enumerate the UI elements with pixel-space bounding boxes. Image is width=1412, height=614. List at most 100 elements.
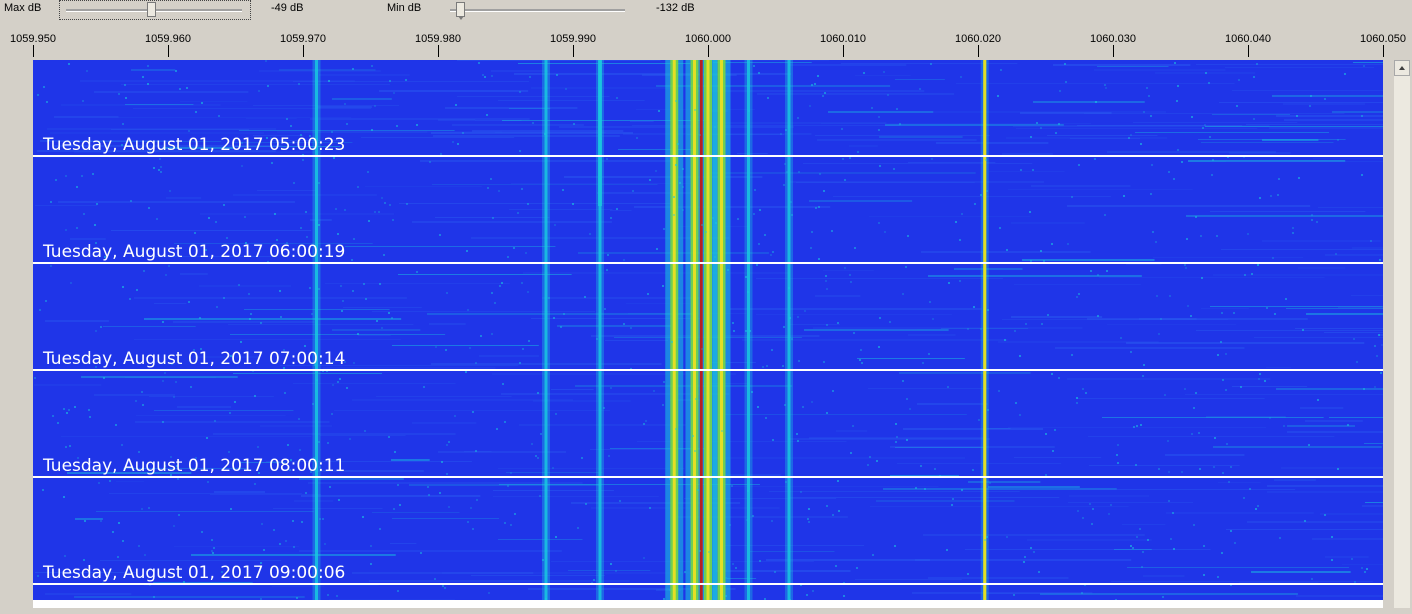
- noise-speckle: [1081, 592, 1083, 594]
- noise-streak: [915, 559, 1132, 561]
- noise-speckle: [539, 495, 541, 497]
- noise-speckle: [416, 124, 418, 126]
- noise-speckle: [1059, 90, 1061, 92]
- frequency-tick-label: 1060.000: [685, 33, 731, 45]
- noise-speckle: [76, 227, 78, 229]
- noise-speckle: [318, 288, 320, 290]
- noise-speckle: [1347, 424, 1349, 426]
- noise-speckle: [83, 213, 85, 215]
- noise-speckle: [767, 97, 769, 99]
- noise-streak: [214, 491, 266, 493]
- waterfall-app: Max dB -49 dB Min dB -132 dB 1059.950 105…: [0, 0, 1412, 614]
- noise-speckle: [1108, 513, 1110, 515]
- frequency-tick: [1113, 45, 1114, 57]
- noise-speckle: [1168, 471, 1170, 473]
- noise-speckle: [563, 313, 565, 315]
- max-db-slider[interactable]: [66, 2, 242, 20]
- noise-speckle: [519, 91, 521, 93]
- noise-speckle: [1258, 378, 1260, 380]
- noise-streak: [94, 394, 175, 396]
- signal-trace: [787, 60, 791, 600]
- noise-streak: [1114, 549, 1152, 550]
- noise-speckle: [507, 256, 509, 258]
- noise-speckle: [1106, 270, 1108, 272]
- noise-speckle: [454, 415, 456, 417]
- noise-streak: [75, 518, 103, 520]
- noise-speckle: [169, 190, 171, 192]
- noise-speckle: [1097, 274, 1099, 276]
- noise-speckle: [393, 92, 395, 94]
- noise-speckle: [542, 559, 544, 561]
- noise-speckle: [342, 300, 344, 302]
- noise-speckle: [1040, 127, 1042, 129]
- waterfall-display[interactable]: Tuesday, August 01, 2017 05:00:23 Tuesday…: [33, 60, 1383, 600]
- noise-speckle: [446, 444, 448, 446]
- noise-speckle: [211, 539, 213, 541]
- noise-streak: [815, 295, 861, 297]
- noise-speckle: [532, 122, 534, 124]
- noise-streak: [928, 577, 1069, 579]
- noise-speckle: [1309, 105, 1311, 107]
- noise-streak: [45, 320, 109, 322]
- noise-speckle: [879, 317, 881, 319]
- noise-streak: [1284, 119, 1383, 121]
- noise-speckle: [306, 236, 308, 238]
- noise-speckle: [121, 444, 123, 446]
- noise-speckle: [1181, 161, 1183, 163]
- noise-speckle: [156, 218, 158, 220]
- noise-speckle: [1030, 547, 1032, 549]
- noise-speckle: [1257, 505, 1259, 507]
- noise-speckle: [556, 74, 558, 76]
- noise-streak: [506, 472, 603, 473]
- noise-speckle: [823, 361, 825, 363]
- noise-streak: [498, 468, 685, 469]
- min-db-slider-thumb[interactable]: [456, 2, 465, 20]
- vertical-scrollbar[interactable]: [1394, 60, 1410, 608]
- noise-speckle: [682, 168, 684, 170]
- noise-speckle: [596, 338, 598, 340]
- noise-speckle: [89, 416, 91, 418]
- max-db-slider-thumb[interactable]: [147, 2, 156, 17]
- noise-streak: [1133, 122, 1298, 123]
- noise-speckle: [1331, 559, 1333, 561]
- noise-speckle: [212, 552, 214, 554]
- noise-speckle: [1243, 497, 1245, 499]
- noise-streak: [479, 355, 539, 357]
- noise-speckle: [784, 163, 786, 165]
- noise-speckle: [952, 498, 954, 500]
- noise-streak: [809, 200, 913, 202]
- min-db-slider[interactable]: [450, 2, 625, 20]
- noise-speckle: [699, 134, 701, 136]
- noise-speckle: [365, 298, 367, 300]
- frequency-tick-label: 1059.970: [280, 33, 326, 45]
- noise-speckle: [429, 161, 431, 163]
- noise-speckle: [1191, 116, 1193, 118]
- noise-speckle: [619, 500, 621, 502]
- noise-speckle: [258, 90, 260, 92]
- noise-speckle: [83, 559, 85, 561]
- noise-speckle: [43, 86, 45, 88]
- noise-streak: [1008, 427, 1267, 428]
- noise-streak: [1165, 454, 1245, 456]
- noise-speckle: [1195, 392, 1197, 394]
- noise-streak: [452, 124, 584, 126]
- noise-speckle: [1143, 111, 1145, 113]
- noise-streak: [1262, 139, 1319, 141]
- noise-streak: [180, 273, 208, 275]
- noise-streak: [498, 539, 583, 540]
- noise-streak: [399, 203, 675, 204]
- noise-speckle: [475, 450, 477, 452]
- noise-speckle: [973, 306, 975, 308]
- noise-streak: [1225, 67, 1375, 68]
- noise-speckle: [64, 555, 66, 557]
- noise-speckle: [499, 285, 501, 287]
- noise-speckle: [517, 212, 519, 214]
- scroll-up-arrow-icon[interactable]: [1394, 60, 1410, 76]
- noise-streak: [61, 436, 312, 437]
- noise-speckle: [1226, 443, 1228, 445]
- noise-streak: [879, 136, 963, 138]
- noise-speckle: [985, 159, 987, 161]
- noise-speckle: [814, 83, 816, 85]
- noise-streak: [1219, 102, 1383, 103]
- noise-speckle: [1247, 233, 1249, 235]
